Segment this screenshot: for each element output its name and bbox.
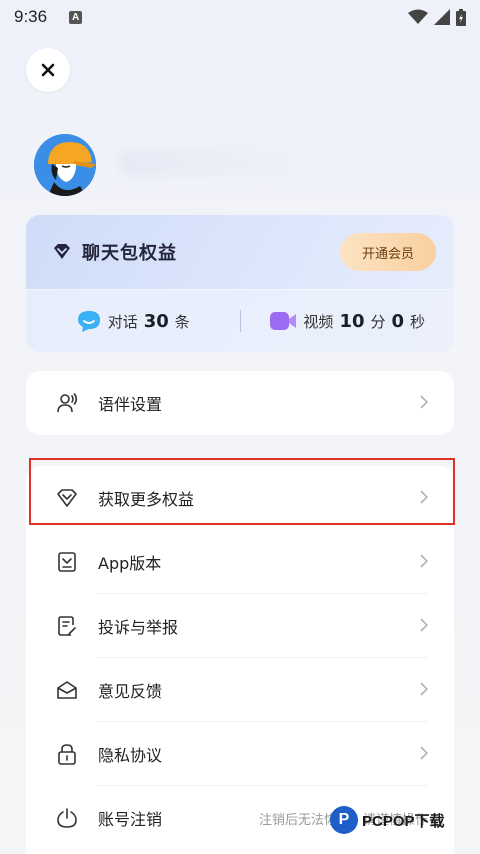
menu-item-voice-settings[interactable]: 语伴设置 [26,371,454,435]
chevron-right-icon [420,681,429,700]
battery-icon [456,8,466,26]
video-minutes: 10 [339,310,365,332]
watermark: P PCPOP下载 [330,806,445,834]
signal-icon [434,9,450,25]
download-box-icon [56,551,78,573]
vip-benefits-card: 聊天包权益 开通会员 对话 30 条 视频 10 分 0 秒 [26,215,454,352]
chevron-right-icon [420,553,429,572]
diamond-outline-icon [56,487,78,509]
username-placeholder [118,150,308,176]
voice-settings-label: 语伴设置 [98,395,163,414]
menu-item-app-version[interactable]: App版本 [26,530,454,594]
cancel-account-label: 账号注销 [98,810,163,829]
menu-item-get-more-benefits[interactable]: 获取更多权益 [26,466,454,530]
chevron-right-icon [420,617,429,636]
open-membership-button[interactable]: 开通会员 [340,233,436,271]
document-edit-icon [56,615,78,637]
wifi-icon [408,9,428,24]
chat-bubble-icon [77,311,100,332]
video-minutes-unit: 分 [370,312,386,331]
vip-title: 聊天包权益 [82,243,177,264]
menu-item-feedback[interactable]: 意见反馈 [26,658,454,722]
app-version-label: App版本 [98,554,162,573]
menu-item-privacy[interactable]: 隐私协议 [26,722,454,786]
video-seconds-unit: 秒 [410,312,426,331]
watermark-text: PCPOP下载 [362,812,445,830]
notification-icon: A [69,10,83,24]
chat-label: 对话 [107,312,138,331]
menu-card: 获取更多权益 App版本 投诉与举报 意见反馈 隐私协议 账号注销 [26,466,454,854]
avatar[interactable] [34,134,96,196]
chat-count: 30 [143,310,169,332]
report-label: 投诉与举报 [98,618,179,637]
privacy-label: 隐私协议 [98,746,163,765]
chat-stat: 对话 30 条 [26,309,240,333]
person-voice-icon [56,392,78,414]
chevron-right-icon [420,394,429,413]
chevron-right-icon [420,745,429,764]
voice-settings-card: 语伴设置 [26,371,454,435]
video-camera-icon [270,312,297,330]
video-stat: 视频 10 分 0 秒 [241,310,455,332]
chevron-right-icon [420,489,429,508]
video-label: 视频 [303,312,334,331]
watermark-logo: P [330,806,358,834]
chat-unit: 条 [174,312,190,331]
close-icon [41,63,55,77]
status-bar: 9:36 A [0,0,480,34]
power-icon [56,807,78,829]
lock-icon [56,743,78,765]
menu-item-report[interactable]: 投诉与举报 [26,594,454,658]
envelope-icon [56,679,78,701]
get-more-benefits-label: 获取更多权益 [98,490,195,509]
feedback-label: 意见反馈 [98,682,163,701]
status-time: 9:36 [14,7,48,26]
video-seconds: 0 [391,310,405,332]
diamond-icon [54,244,70,259]
avatar-image [34,134,96,196]
close-button[interactable] [26,48,70,92]
